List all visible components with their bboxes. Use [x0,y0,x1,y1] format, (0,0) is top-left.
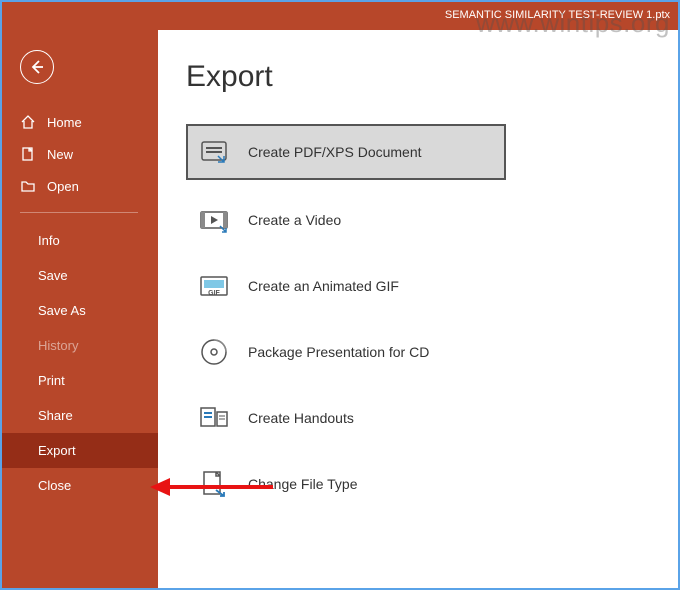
sidebar-item-label: Home [47,115,82,130]
sidebar-item-export[interactable]: Export [0,433,158,468]
pdf-icon [198,136,230,168]
sidebar-item-label: Close [38,478,71,493]
title-filename: SEMANTIC SIMILARITY TEST-REVIEW 1.ptx [445,9,670,21]
handouts-icon [198,402,230,434]
sidebar-item-label: Save [38,268,68,283]
sidebar-divider [20,212,138,213]
sidebar-item-label: Save As [38,303,86,318]
option-create-pdf-xps[interactable]: Create PDF/XPS Document [186,124,506,180]
sidebar-item-new[interactable]: New [0,138,158,170]
sidebar-item-label: New [47,147,73,162]
option-label: Create PDF/XPS Document [248,144,422,160]
sidebar-item-save-as[interactable]: Save As [0,293,158,328]
home-icon [20,114,36,130]
sidebar-item-close[interactable]: Close [0,468,158,503]
sidebar-item-label: Share [38,408,73,423]
option-label: Create an Animated GIF [248,278,399,294]
sidebar-item-label: Open [47,179,79,194]
sidebar-item-label: Print [38,373,65,388]
sidebar-item-save[interactable]: Save [0,258,158,293]
option-label: Change File Type [248,476,357,492]
main-area: Export Create PDF/XPS Document Create a … [158,30,680,590]
file-type-icon [198,468,230,500]
sidebar-item-label: History [38,338,78,353]
sidebar: Home New Open Info Save Save As History [0,30,158,590]
option-package-cd[interactable]: Package Presentation for CD [186,326,506,378]
sidebar-item-label: Info [38,233,60,248]
sidebar-item-history: History [0,328,158,363]
sidebar-item-print[interactable]: Print [0,363,158,398]
sidebar-item-share[interactable]: Share [0,398,158,433]
option-create-handouts[interactable]: Create Handouts [186,392,506,444]
sidebar-item-open[interactable]: Open [0,170,158,202]
sidebar-item-info[interactable]: Info [0,223,158,258]
video-icon [198,204,230,236]
option-label: Package Presentation for CD [248,344,429,360]
cd-icon [198,336,230,368]
new-icon [20,146,36,162]
arrow-left-icon [29,59,45,75]
svg-text:GIF: GIF [208,290,220,297]
option-change-file-type[interactable]: Change File Type [186,458,506,510]
option-label: Create Handouts [248,410,354,426]
gif-icon: GIF [198,270,230,302]
option-label: Create a Video [248,212,341,228]
open-icon [20,178,36,194]
page-title: Export [186,60,680,94]
back-button[interactable] [20,50,54,84]
sidebar-item-label: Export [38,443,76,458]
option-create-gif[interactable]: GIF Create an Animated GIF [186,260,506,312]
sidebar-item-home[interactable]: Home [0,106,158,138]
option-create-video[interactable]: Create a Video [186,194,506,246]
